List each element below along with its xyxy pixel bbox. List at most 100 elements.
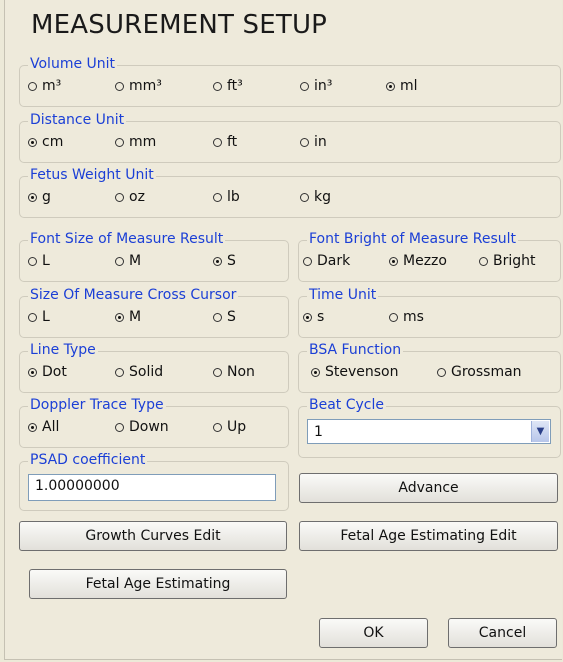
radio-distance-ft[interactable]: ft (213, 134, 237, 150)
radio-label: All (42, 419, 60, 435)
radio-bright-mezzo[interactable]: Mezzo (389, 253, 447, 269)
radio-weight-g[interactable]: g (28, 189, 51, 205)
radio-bsa-stevenson[interactable]: Stevenson (311, 364, 399, 380)
radio-icon (213, 367, 222, 377)
radio-label: kg (314, 189, 331, 205)
radio-label: Non (227, 364, 255, 380)
radio-distance-in[interactable]: in (300, 134, 327, 150)
radio-weight-kg[interactable]: kg (300, 189, 331, 205)
radio-cursor-s[interactable]: S (213, 309, 236, 325)
radio-volume-mm3[interactable]: mm³ (115, 78, 162, 94)
radio-icon (303, 256, 312, 266)
growth-curves-edit-button[interactable]: Growth Curves Edit (19, 521, 287, 551)
psad-group: PSAD coefficient 1.00000000 (19, 452, 289, 511)
radio-label: ft (227, 134, 238, 150)
fetus-weight-unit-label: Fetus Weight Unit (28, 167, 156, 183)
radio-label: Up (227, 419, 247, 435)
radio-font-size-m[interactable]: M (115, 253, 141, 269)
radio-selected-icon (303, 312, 312, 322)
radio-label: Mezzo (403, 253, 447, 269)
ok-button[interactable]: OK (319, 618, 428, 648)
radio-volume-in3[interactable]: in³ (300, 78, 332, 94)
radio-label: Grossman (451, 364, 522, 380)
radio-time-ms[interactable]: ms (389, 309, 424, 325)
doppler-trace-label: Doppler Trace Type (28, 397, 166, 413)
radio-icon (115, 192, 124, 202)
radio-icon (115, 137, 124, 147)
radio-cursor-l[interactable]: L (28, 309, 50, 325)
line-type-group: Line Type Dot Solid Non (19, 342, 289, 393)
measurement-setup-panel: MEASUREMENT SETUP Volume Unit m³ mm³ ft³… (4, 0, 562, 660)
radio-time-s[interactable]: s (303, 309, 324, 325)
volume-unit-group: Volume Unit m³ mm³ ft³ in³ ml (19, 56, 561, 107)
radio-icon (115, 256, 124, 266)
doppler-trace-group: Doppler Trace Type All Down Up (19, 397, 289, 448)
beat-cycle-select[interactable]: 1 ▼ (307, 419, 551, 444)
radio-label: Bright (493, 253, 536, 269)
radio-line-dot[interactable]: Dot (28, 364, 67, 380)
radio-font-size-s[interactable]: S (213, 253, 236, 269)
radio-icon (213, 81, 222, 91)
distance-unit-label: Distance Unit (28, 112, 127, 128)
radio-line-non[interactable]: Non (213, 364, 255, 380)
advance-button[interactable]: Advance (299, 473, 558, 503)
radio-label: lb (227, 189, 240, 205)
font-size-group: Font Size of Measure Result L M S (19, 231, 289, 282)
radio-line-solid[interactable]: Solid (115, 364, 163, 380)
radio-label: mm (129, 134, 157, 150)
radio-icon (28, 256, 37, 266)
radio-label: in³ (314, 78, 333, 94)
bsa-function-label: BSA Function (307, 342, 404, 358)
radio-cursor-m[interactable]: M (115, 309, 141, 325)
radio-doppler-all[interactable]: All (28, 419, 59, 435)
radio-label: g (42, 189, 51, 205)
fetal-age-estimating-edit-button[interactable]: Fetal Age Estimating Edit (299, 521, 558, 551)
radio-icon (28, 81, 37, 91)
radio-weight-lb[interactable]: lb (213, 189, 240, 205)
radio-label: oz (129, 189, 145, 205)
cross-cursor-label: Size Of Measure Cross Cursor (28, 287, 239, 303)
volume-unit-label: Volume Unit (28, 56, 118, 72)
radio-doppler-up[interactable]: Up (213, 419, 246, 435)
radio-label: Solid (129, 364, 164, 380)
psad-label: PSAD coefficient (28, 452, 148, 468)
fetal-age-estimating-button[interactable]: Fetal Age Estimating (29, 569, 287, 599)
radio-icon (389, 312, 398, 322)
radio-selected-icon (389, 256, 398, 266)
beat-cycle-value: 1 (314, 424, 323, 440)
radio-bright-bright[interactable]: Bright (479, 253, 536, 269)
radio-label: mm³ (129, 78, 162, 94)
radio-icon (213, 312, 222, 322)
radio-icon (300, 137, 309, 147)
radio-volume-ml[interactable]: ml (386, 78, 418, 94)
radio-doppler-down[interactable]: Down (115, 419, 169, 435)
radio-weight-oz[interactable]: oz (115, 189, 145, 205)
radio-selected-icon (115, 312, 124, 322)
radio-bsa-grossman[interactable]: Grossman (437, 364, 522, 380)
cancel-button[interactable]: Cancel (448, 618, 557, 648)
font-bright-label: Font Bright of Measure Result (307, 231, 519, 247)
radio-label: M (129, 309, 142, 325)
cross-cursor-group: Size Of Measure Cross Cursor L M S (19, 287, 289, 338)
radio-icon (28, 312, 37, 322)
radio-distance-cm[interactable]: cm (28, 134, 63, 150)
radio-icon (115, 422, 124, 432)
radio-icon (300, 81, 309, 91)
radio-font-size-l[interactable]: L (28, 253, 50, 269)
radio-label: L (42, 253, 50, 269)
radio-icon (115, 81, 124, 91)
psad-input[interactable]: 1.00000000 (28, 474, 276, 501)
chevron-down-icon[interactable]: ▼ (531, 421, 549, 442)
radio-label: L (42, 309, 50, 325)
beat-cycle-label: Beat Cycle (307, 397, 386, 413)
radio-distance-mm[interactable]: mm (115, 134, 156, 150)
radio-label: M (129, 253, 142, 269)
radio-volume-ft3[interactable]: ft³ (213, 78, 243, 94)
radio-label: Stevenson (325, 364, 399, 380)
radio-label: S (227, 253, 236, 269)
radio-bright-dark[interactable]: Dark (303, 253, 350, 269)
radio-volume-m3[interactable]: m³ (28, 78, 61, 94)
time-unit-label: Time Unit (307, 287, 379, 303)
radio-label: S (227, 309, 236, 325)
radio-icon (213, 192, 222, 202)
